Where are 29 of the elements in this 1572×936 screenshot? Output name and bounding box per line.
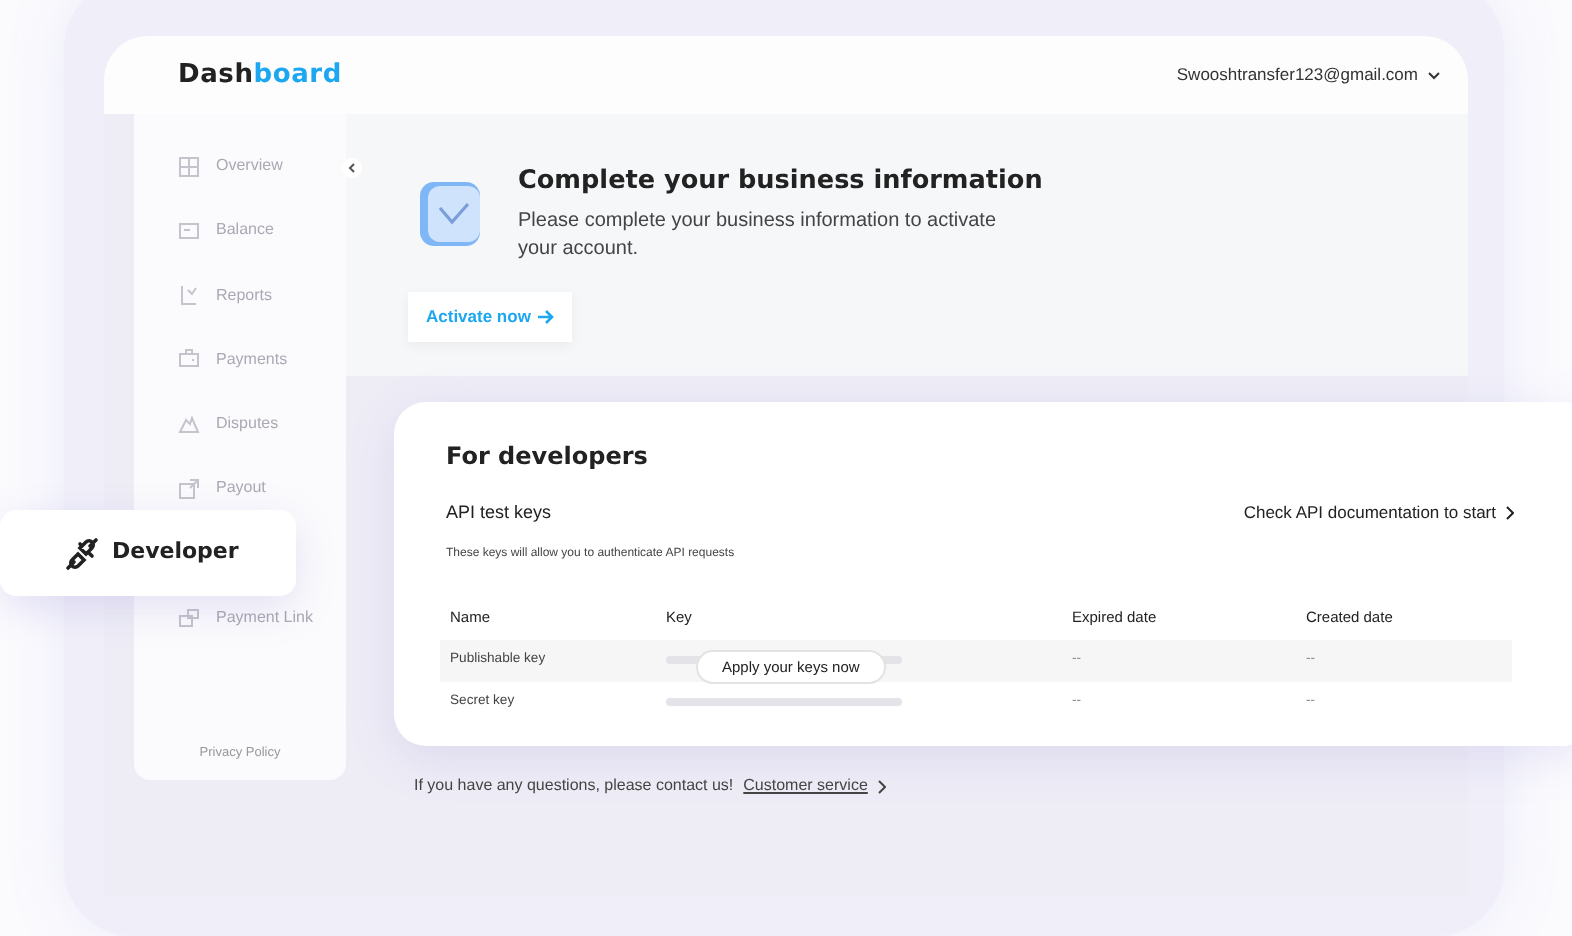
sidebar-item[interactable]: Overview (134, 148, 346, 184)
customer-service-link[interactable]: Customer service (743, 774, 868, 798)
plug-icon (64, 535, 100, 571)
sidebar-item[interactable]: Payment Link (134, 600, 346, 637)
sidebar-item[interactable]: Reports (134, 277, 346, 314)
sidebar-item[interactable]: Disputes (134, 406, 346, 443)
help-text: If you have any questions, please contact us! (414, 774, 734, 798)
sidebar-item[interactable]: Balance (134, 212, 346, 249)
sidebar-item[interactable]: Payout (134, 470, 346, 507)
chevron-right-icon (877, 779, 886, 793)
export-icon (178, 477, 200, 500)
banner-title: Complete your business information (518, 164, 1043, 200)
grid-icon (178, 155, 200, 177)
documentation-link[interactable]: Check API documentation to start (1243, 500, 1514, 527)
account-menu[interactable]: Swooshtransfer123@gmail.com (1176, 62, 1440, 88)
card-title: For developers (446, 440, 650, 474)
report-icon (178, 284, 200, 307)
wallet-icon (178, 219, 200, 242)
chevron-right-icon (1506, 506, 1514, 521)
sidebar-item[interactable]: Payments (134, 341, 346, 378)
collapse-toggle-icon[interactable] (342, 158, 362, 178)
section-title: API test keys (446, 500, 552, 526)
banner-text: Please complete your business information to activate your account. (518, 208, 999, 265)
developer-tag: Developer (0, 510, 296, 596)
activate-button[interactable]: Activate now (408, 292, 573, 342)
arrow-right-icon (538, 309, 555, 324)
link-icon (178, 607, 200, 630)
logo[interactable]: Dashboard (178, 55, 342, 95)
chevron-down-icon (1428, 71, 1440, 79)
